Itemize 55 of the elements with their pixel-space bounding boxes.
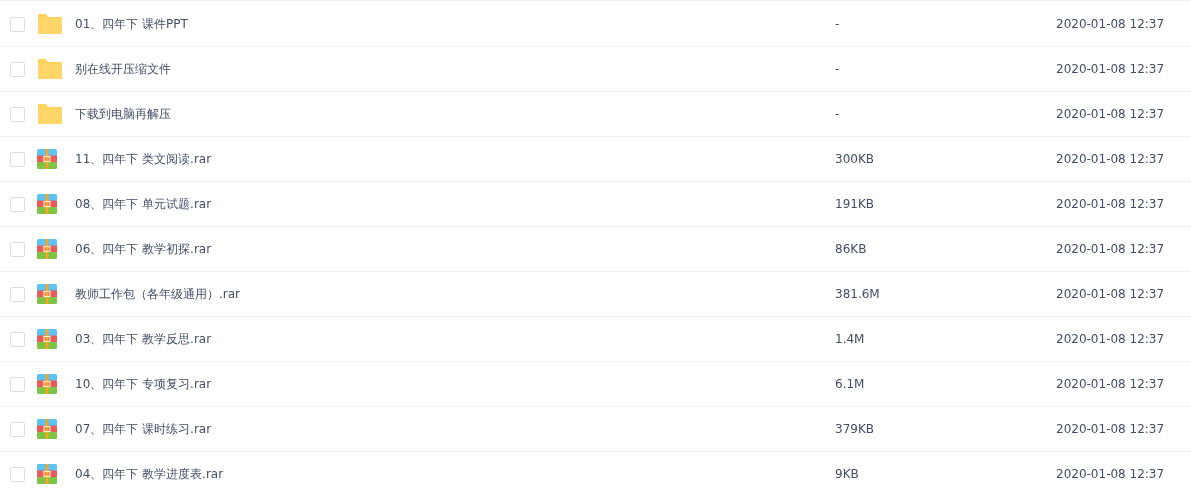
modified-date: 2020-01-08 12:37	[1056, 467, 1165, 481]
archive-icon	[37, 419, 57, 439]
file-name[interactable]: 10、四年下 专项复习.rar	[75, 375, 835, 393]
checkbox[interactable]	[10, 196, 25, 212]
checkbox[interactable]	[10, 16, 25, 32]
checkbox[interactable]	[10, 466, 25, 482]
file-name[interactable]: 别在线开压缩文件	[75, 60, 835, 78]
file-size: -	[835, 62, 841, 76]
checkbox[interactable]	[10, 376, 25, 392]
folder-icon	[37, 103, 63, 125]
modified-date: 2020-01-08 12:37	[1056, 62, 1165, 76]
file-name[interactable]: 11、四年下 类文阅读.rar	[75, 150, 835, 168]
checkbox[interactable]	[10, 241, 25, 257]
modified-date: 2020-01-08 12:37	[1056, 152, 1165, 166]
folder-icon	[37, 58, 63, 80]
modified-date: 2020-01-08 12:37	[1056, 377, 1165, 391]
file-size: 6.1M	[835, 377, 866, 391]
file-size: 1.4M	[835, 332, 866, 346]
archive-icon	[37, 239, 57, 259]
archive-icon	[37, 194, 57, 214]
modified-date: 2020-01-08 12:37	[1056, 17, 1165, 31]
file-name[interactable]: 01、四年下 课件PPT	[75, 15, 835, 33]
modified-date: 2020-01-08 12:37	[1056, 332, 1165, 346]
checkbox[interactable]	[10, 286, 25, 302]
file-name[interactable]: 07、四年下 课时练习.rar	[75, 420, 835, 438]
checkbox[interactable]	[10, 61, 25, 77]
checkbox[interactable]	[10, 331, 25, 347]
modified-date: 2020-01-08 12:37	[1056, 242, 1165, 256]
modified-date: 2020-01-08 12:37	[1056, 422, 1165, 436]
file-name[interactable]: 下载到电脑再解压	[75, 105, 835, 123]
file-size: 9KB	[835, 467, 860, 481]
file-name[interactable]: 03、四年下 教学反思.rar	[75, 330, 835, 348]
file-size: -	[835, 107, 841, 121]
file-name[interactable]: 06、四年下 教学初探.rar	[75, 240, 835, 258]
file-name[interactable]: 04、四年下 教学进度表.rar	[75, 465, 835, 483]
archive-icon	[37, 284, 57, 304]
archive-icon	[37, 464, 57, 484]
file-name[interactable]: 08、四年下 单元试题.rar	[75, 195, 835, 213]
archive-icon	[37, 329, 57, 349]
archive-icon	[37, 374, 57, 394]
modified-date: 2020-01-08 12:37	[1056, 107, 1165, 121]
file-size: 300KB	[835, 152, 875, 166]
file-size: 381.6M	[835, 287, 881, 301]
file-size: -	[835, 17, 841, 31]
file-size: 86KB	[835, 242, 868, 256]
file-size: 379KB	[835, 422, 875, 436]
checkbox[interactable]	[10, 421, 25, 437]
modified-date: 2020-01-08 12:37	[1056, 197, 1165, 211]
file-size: 191KB	[835, 197, 875, 211]
modified-date: 2020-01-08 12:37	[1056, 287, 1165, 301]
archive-icon	[37, 149, 57, 169]
checkbox[interactable]	[10, 106, 25, 122]
checkbox[interactable]	[10, 151, 25, 167]
file-name[interactable]: 教师工作包（各年级通用）.rar	[75, 285, 835, 303]
folder-icon	[37, 13, 63, 35]
